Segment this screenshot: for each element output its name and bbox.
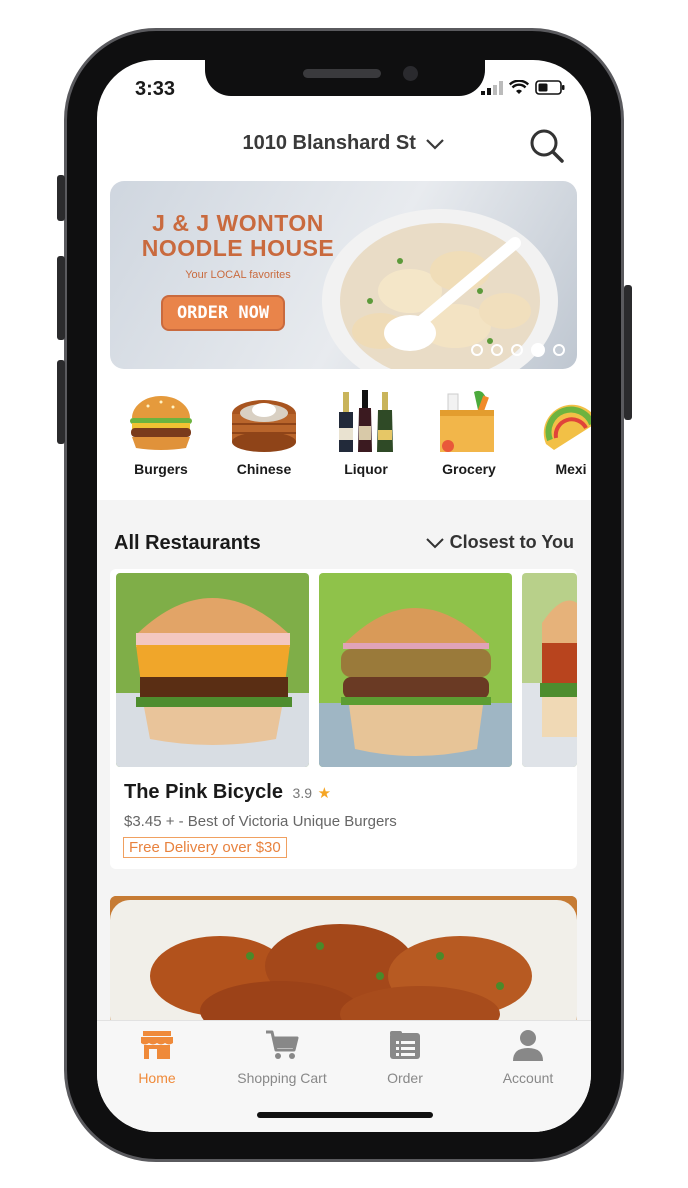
section-title: All Restaurants: [114, 532, 261, 554]
front-camera: [403, 66, 418, 81]
banner-subtitle: Your LOCAL favorites: [185, 269, 291, 281]
burger-photo: [319, 573, 512, 767]
restaurant-photo: [319, 573, 512, 767]
signal-icon: [481, 81, 503, 95]
tab-account[interactable]: Account: [468, 1029, 588, 1086]
restaurant-photos[interactable]: [116, 573, 577, 767]
restaurant-card[interactable]: [110, 896, 577, 1036]
category-row: Burgers Chinese Liquor Grocery Mexi: [97, 388, 591, 484]
volume-down-button: [57, 360, 65, 444]
wifi-icon: [509, 80, 529, 94]
category-liquor[interactable]: Liquor: [316, 388, 416, 477]
phone-screen: 3:33 1010 Blanshard St J & J WONTON NOOD…: [97, 60, 591, 1132]
mute-switch: [57, 175, 65, 221]
category-label: Liquor: [344, 461, 388, 477]
promo-banner[interactable]: J & J WONTON NOODLE HOUSE Your LOCAL fav…: [110, 181, 577, 369]
restaurant-card[interactable]: The Pink Bicycle 3.9 ★ $3.45 + - Best of…: [110, 569, 577, 869]
restaurant-rating: 3.9: [292, 785, 312, 801]
sort-label: Closest to You: [449, 532, 574, 552]
category-label: Mexi: [555, 461, 587, 477]
speaker: [303, 69, 381, 78]
carousel-dot[interactable]: [491, 344, 503, 356]
promo-badge: Free Delivery over $30: [123, 837, 287, 858]
order-now-button[interactable]: ORDER NOW: [161, 295, 285, 331]
carousel-dot[interactable]: [511, 344, 523, 356]
burger-photo: [522, 573, 577, 767]
section-divider: [97, 500, 591, 528]
power-button: [624, 285, 632, 420]
restaurant-photo: [116, 573, 309, 767]
store-icon: [141, 1031, 173, 1059]
burger-icon: [130, 396, 192, 450]
carousel-dot-active[interactable]: [531, 343, 545, 357]
restaurant-name: The Pink Bicycle: [124, 781, 283, 803]
banner-title: J & J WONTON NOODLE HOUSE: [128, 211, 348, 261]
status-time: 3:33: [135, 78, 176, 100]
category-chinese[interactable]: Chinese: [214, 388, 314, 477]
address-selector[interactable]: 1010 Blanshard St: [97, 132, 591, 155]
tab-shopping-cart[interactable]: Shopping Cart: [222, 1029, 342, 1086]
tab-home[interactable]: Home: [97, 1029, 217, 1086]
fried-chicken-photo: [110, 896, 577, 1036]
dumpling-basket-icon: [232, 400, 296, 452]
grocery-bag-icon: [440, 390, 494, 452]
burger-photo: [116, 573, 309, 767]
restaurant-description: $3.45 + - Best of Victoria Unique Burger…: [124, 813, 397, 830]
banner-title-line1: J & J WONTON: [152, 210, 324, 236]
category-burgers[interactable]: Burgers: [111, 388, 211, 477]
sort-selector[interactable]: Closest to You: [425, 532, 574, 553]
address-text: 1010 Blanshard St: [242, 132, 416, 154]
search-button[interactable]: [529, 128, 565, 169]
carousel-dot[interactable]: [553, 344, 565, 356]
tab-label: Shopping Cart: [237, 1070, 327, 1086]
category-grocery[interactable]: Grocery: [419, 388, 519, 477]
search-icon: [530, 129, 564, 163]
carousel-dots[interactable]: [471, 343, 565, 357]
carousel-dot[interactable]: [471, 344, 483, 356]
order-list-icon: [390, 1031, 420, 1059]
person-icon: [513, 1030, 543, 1061]
tab-label: Order: [387, 1070, 423, 1086]
restaurant-photo: [522, 573, 577, 767]
category-label: Chinese: [236, 461, 292, 477]
tab-order[interactable]: Order: [345, 1029, 465, 1086]
bottles-icon: [339, 390, 393, 452]
battery-icon: [535, 80, 565, 95]
status-icons: [481, 80, 565, 95]
star-icon: ★: [317, 785, 332, 802]
restaurant-name-row: The Pink Bicycle 3.9 ★: [124, 781, 331, 804]
tab-label: Home: [138, 1070, 176, 1086]
chevron-down-icon: [426, 138, 445, 150]
cart-icon: [266, 1030, 299, 1059]
notch: [205, 60, 485, 96]
volume-up-button: [57, 256, 65, 340]
category-label: Grocery: [442, 461, 496, 477]
taco-icon: [543, 404, 591, 450]
home-indicator[interactable]: [257, 1112, 433, 1118]
tab-label: Account: [502, 1070, 554, 1086]
chevron-down-icon: [425, 538, 444, 549]
banner-title-line2: NOODLE HOUSE: [141, 235, 335, 261]
category-label: Burgers: [134, 461, 188, 477]
category-mexican[interactable]: Mexi: [521, 388, 591, 477]
